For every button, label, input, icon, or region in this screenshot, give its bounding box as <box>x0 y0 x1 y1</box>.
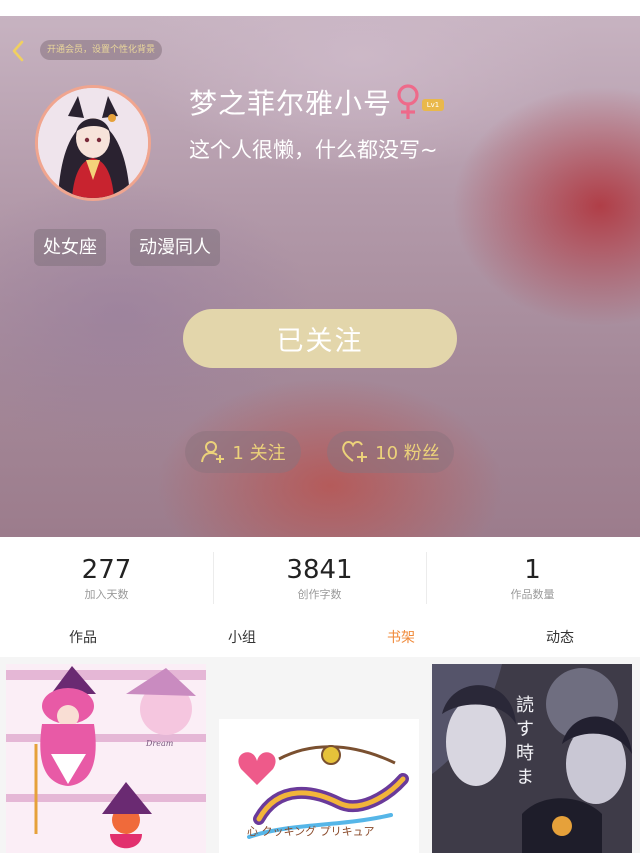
stat-label: 加入天数 <box>84 588 129 601</box>
tag-interest[interactable]: 动漫同人 <box>130 229 220 266</box>
following-count-button[interactable]: 1 关注 <box>185 431 301 473</box>
following-count-label: 1 关注 <box>232 443 286 464</box>
stat-label: 创作字数 <box>297 588 342 601</box>
stat-word-count: 3841 创作字数 <box>213 537 426 602</box>
tag-zodiac[interactable]: 处女座 <box>34 229 106 266</box>
cover-art-witches <box>6 664 206 853</box>
bookshelf-grid: Dream 心 クッキング プリキュア 読 す 時 ま <box>0 657 640 853</box>
stat-value: 3841 <box>286 555 353 585</box>
female-gender-icon <box>396 84 420 120</box>
cover-caption: Dream <box>146 739 174 748</box>
stat-join-days: 277 加入天数 <box>0 537 213 602</box>
fans-count-label: 10 粉丝 <box>375 443 440 464</box>
tab-groups[interactable]: 小组 <box>162 627 322 647</box>
avatar-illustration <box>38 88 148 198</box>
status-bar-area <box>0 0 640 16</box>
profile-name-row: 梦之菲尔雅小号 Lv1 <box>189 82 445 122</box>
cover-caption: 心 クッキング プリキュア <box>247 825 375 838</box>
back-button[interactable] <box>8 40 28 62</box>
stat-label: 作品数量 <box>510 588 555 601</box>
avatar[interactable] <box>35 85 151 201</box>
chevron-left-icon <box>12 40 24 62</box>
cover-caption: 読 す 時 ま <box>516 695 534 788</box>
book-cover-2[interactable]: 心 クッキング プリキュア <box>219 719 419 853</box>
book-cover-3[interactable]: 読 す 時 ま <box>432 664 632 853</box>
vip-background-banner[interactable]: 开通会员，设置个性化背景 <box>40 40 163 60</box>
user-add-icon <box>201 441 225 463</box>
tab-activity[interactable]: 动态 <box>480 627 640 647</box>
tab-bookshelf[interactable]: 书架 <box>321 627 481 647</box>
book-cover-1[interactable]: Dream <box>6 664 206 853</box>
fans-count-button[interactable]: 10 粉丝 <box>327 431 454 473</box>
stat-work-count: 1 作品数量 <box>426 537 639 602</box>
stats-divider <box>213 552 214 604</box>
stats-divider <box>426 552 427 604</box>
profile-tabs: 作品 小组 书架 动态 <box>0 617 640 657</box>
level-badge: Lv1 <box>422 99 445 111</box>
stat-value: 277 <box>81 555 132 585</box>
profile-bio: 这个人很懒，什么都没写~ <box>189 138 438 162</box>
heart-add-icon <box>342 441 368 462</box>
stats-bar: 277 加入天数 3841 创作字数 1 作品数量 <box>0 537 640 617</box>
stat-value: 1 <box>524 555 541 585</box>
profile-name: 梦之菲尔雅小号 <box>189 87 393 120</box>
tab-works[interactable]: 作品 <box>3 627 163 647</box>
followed-button[interactable]: 已关注 <box>183 309 457 368</box>
